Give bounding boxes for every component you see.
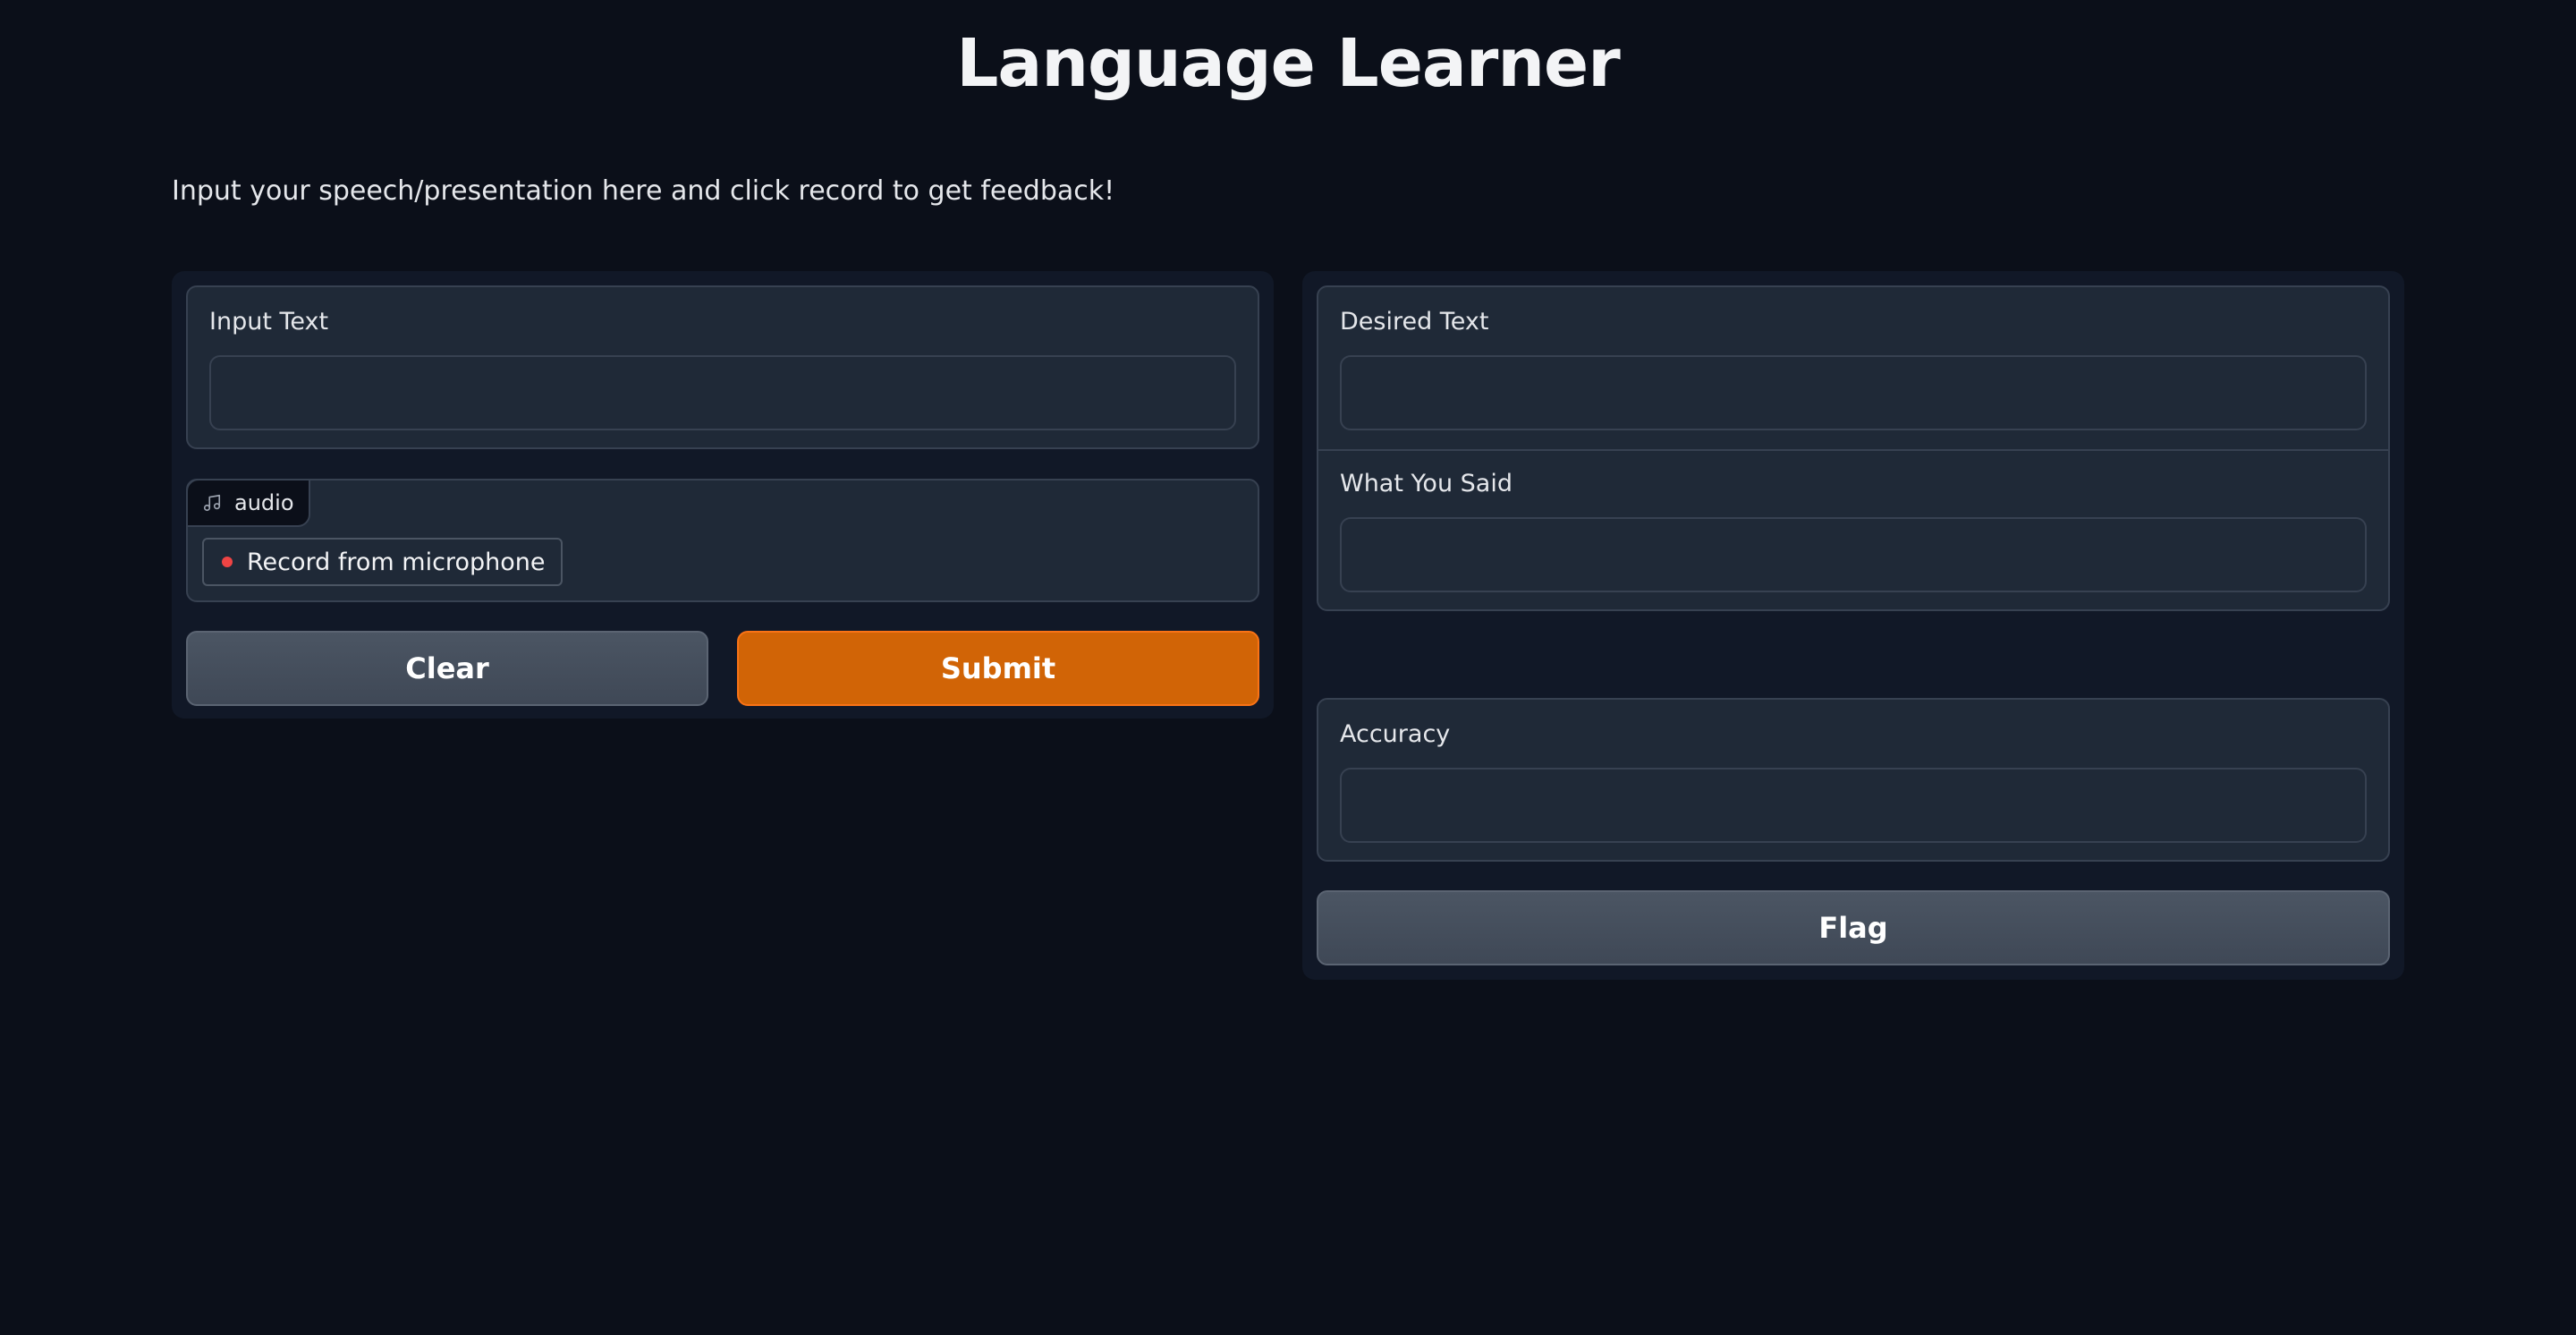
input-text-field[interactable] — [209, 355, 1236, 430]
what-you-said-label: What You Said — [1340, 470, 1513, 497]
desired-text-field[interactable] — [1340, 355, 2367, 430]
accuracy-block: Accuracy — [1317, 698, 2390, 862]
what-you-said-field[interactable] — [1340, 517, 2367, 592]
page-title: Language Learner — [956, 25, 1620, 102]
record-button-label: Record from microphone — [247, 548, 546, 576]
input-text-block: Input Text — [186, 285, 1259, 449]
app-root: Language Learner Input your speech/prese… — [0, 0, 2576, 1335]
flag-button[interactable]: Flag — [1317, 890, 2390, 965]
input-panel: Input Text audio Record from microphone — [172, 271, 1274, 719]
accuracy-label: Accuracy — [1340, 720, 1451, 748]
page-description: Input your speech/presentation here and … — [172, 175, 1115, 207]
accuracy-field[interactable] — [1340, 768, 2367, 843]
output-texts-block: Desired Text What You Said — [1317, 285, 2390, 611]
desired-text-label: Desired Text — [1340, 308, 1489, 336]
audio-block: audio Record from microphone — [186, 479, 1259, 602]
desired-text-section: Desired Text — [1318, 287, 2388, 449]
clear-button[interactable]: Clear — [186, 631, 708, 706]
submit-button[interactable]: Submit — [737, 631, 1259, 706]
record-dot-icon — [222, 557, 233, 567]
audio-badge: audio — [186, 479, 310, 527]
audio-badge-label: audio — [234, 490, 294, 515]
what-you-said-section: What You Said — [1318, 449, 2388, 611]
output-panel: Desired Text What You Said Accuracy Flag — [1302, 271, 2404, 980]
record-button[interactable]: Record from microphone — [202, 538, 564, 586]
music-note-icon — [202, 493, 222, 513]
input-text-label: Input Text — [209, 308, 329, 336]
